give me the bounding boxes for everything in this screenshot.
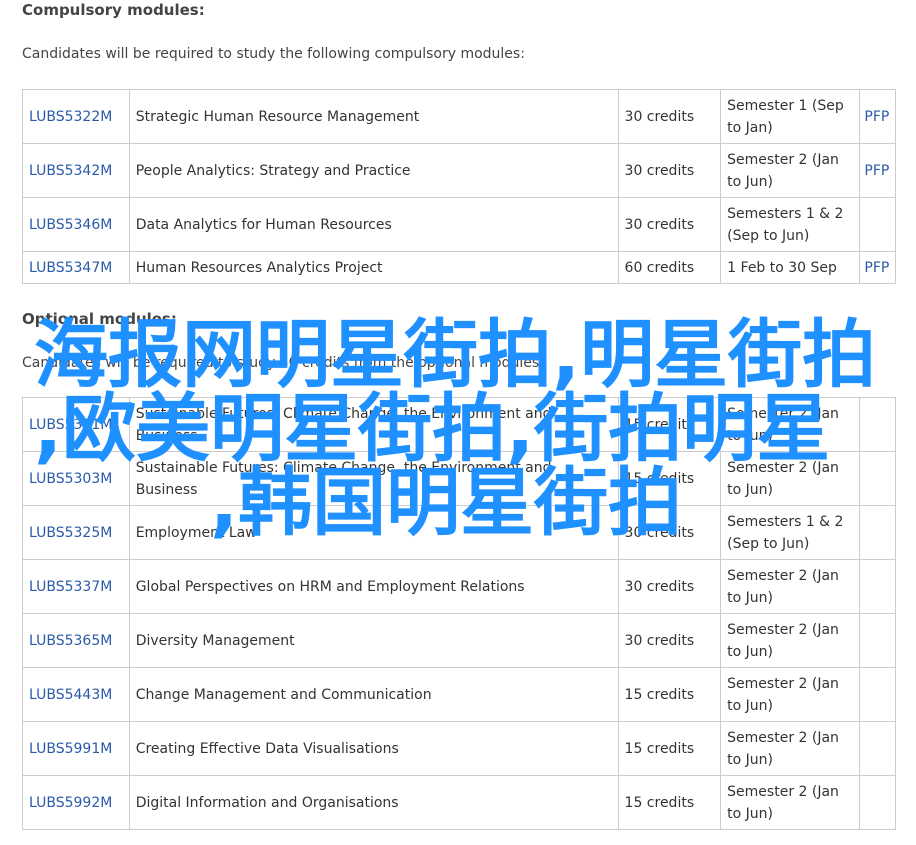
pfp-cell: [859, 667, 896, 722]
pfp-cell: PFP: [859, 251, 896, 284]
table-row: LUBS5325M Employment Law 30 credits Seme…: [22, 505, 896, 560]
module-semester: Semester 2 (Jan to Jun): [720, 143, 861, 198]
pfp-link[interactable]: PFP: [864, 163, 889, 179]
module-code-cell: LUBS5301M: [22, 397, 130, 452]
module-code-cell: LUBS5347M: [22, 251, 130, 284]
pfp-cell: [859, 721, 896, 776]
table-row: LUBS5337M Global Perspectives on HRM and…: [22, 559, 896, 614]
pfp-cell: [859, 559, 896, 614]
module-credits: 15 credits: [617, 721, 722, 776]
module-credits: 30 credits: [617, 197, 722, 252]
table-row: LUBS5303M Sustainable Futures: Climate C…: [22, 451, 896, 506]
module-code-link[interactable]: LUBS5303M: [29, 471, 112, 487]
module-code-cell: LUBS5337M: [22, 559, 130, 614]
module-title: Data Analytics for Human Resources: [128, 197, 619, 252]
compulsory-modules-intro: Candidates will be required to study the…: [22, 46, 525, 62]
pfp-cell: PFP: [859, 89, 896, 144]
module-semester: Semester 2 (Jan to Jun): [720, 559, 861, 614]
pfp-cell: [859, 397, 896, 452]
optional-modules-table: LUBS5301M Sustainable Futures: Climate C…: [22, 397, 896, 830]
table-row: LUBS5443M Change Management and Communic…: [22, 667, 896, 722]
module-title: Digital Information and Organisations: [128, 775, 619, 830]
module-code-link[interactable]: LUBS5337M: [29, 579, 112, 595]
module-code-link[interactable]: LUBS5992M: [29, 795, 112, 811]
pfp-cell: [859, 505, 896, 560]
pfp-cell: [859, 775, 896, 830]
module-code-link[interactable]: LUBS5325M: [29, 525, 112, 541]
module-semester: Semester 2 (Jan to Jun): [720, 451, 861, 506]
module-code-link[interactable]: LUBS5301M: [29, 417, 112, 433]
module-code-link[interactable]: LUBS5346M: [29, 217, 112, 233]
compulsory-modules-heading: Compulsory modules:: [22, 1, 205, 19]
module-title: Creating Effective Data Visualisations: [128, 721, 619, 776]
table-row: LUBS5992M Digital Information and Organi…: [22, 775, 896, 830]
module-credits: 30 credits: [617, 143, 722, 198]
table-row: LUBS5322M Strategic Human Resource Manag…: [22, 89, 896, 144]
module-title: Sustainable Futures: Climate Change, the…: [128, 397, 619, 452]
compulsory-modules-table: LUBS5322M Strategic Human Resource Manag…: [22, 89, 896, 284]
module-title: Change Management and Communication: [128, 667, 619, 722]
module-code-link[interactable]: LUBS5342M: [29, 163, 112, 179]
module-semester: Semesters 1 & 2 (Sep to Jun): [720, 505, 861, 560]
module-credits: 15 credits: [617, 451, 722, 506]
module-code-link[interactable]: LUBS5365M: [29, 633, 112, 649]
module-code-cell: LUBS5991M: [22, 721, 130, 776]
module-semester: Semester 2 (Jan to Jun): [720, 613, 861, 668]
table-row: LUBS5991M Creating Effective Data Visual…: [22, 721, 896, 776]
module-title: Sustainable Futures: Climate Change, the…: [128, 451, 619, 506]
module-credits: 15 credits: [617, 667, 722, 722]
module-title: Global Perspectives on HRM and Employmen…: [128, 559, 619, 614]
module-code-link[interactable]: LUBS5347M: [29, 260, 112, 276]
pfp-cell: [859, 613, 896, 668]
module-code-link[interactable]: LUBS5443M: [29, 687, 112, 703]
module-semester: Semester 2 (Jan to Jun): [720, 775, 861, 830]
module-credits: 30 credits: [617, 613, 722, 668]
module-title: Human Resources Analytics Project: [128, 251, 619, 284]
table-row: LUBS5346M Data Analytics for Human Resou…: [22, 197, 896, 252]
module-code-link[interactable]: LUBS5322M: [29, 109, 112, 125]
pfp-cell: [859, 451, 896, 506]
module-credits: 30 credits: [617, 505, 722, 560]
module-code-cell: LUBS5992M: [22, 775, 130, 830]
module-title: Employment Law: [128, 505, 619, 560]
optional-modules-intro: Candidates will be required to study 30 …: [22, 355, 544, 371]
module-code-cell: LUBS5346M: [22, 197, 130, 252]
module-semester: Semesters 1 & 2 (Sep to Jun): [720, 197, 861, 252]
module-code-cell: LUBS5342M: [22, 143, 130, 198]
module-semester: 1 Feb to 30 Sep: [720, 251, 861, 284]
pfp-link[interactable]: PFP: [864, 260, 889, 276]
module-code-cell: LUBS5443M: [22, 667, 130, 722]
module-code-cell: LUBS5322M: [22, 89, 130, 144]
module-semester: Semester 2 (Jan to Jun): [720, 667, 861, 722]
module-title: People Analytics: Strategy and Practice: [128, 143, 619, 198]
table-row: LUBS5365M Diversity Management 30 credit…: [22, 613, 896, 668]
module-credits: 30 credits: [617, 89, 722, 144]
module-credits: 60 credits: [617, 251, 722, 284]
module-semester: Semester 2 (Jan to Jun): [720, 721, 861, 776]
module-credits: 15 credits: [617, 775, 722, 830]
module-credits: 15 credits: [617, 397, 722, 452]
pfp-cell: PFP: [859, 143, 896, 198]
table-row: LUBS5342M People Analytics: Strategy and…: [22, 143, 896, 198]
pfp-link[interactable]: PFP: [864, 109, 889, 125]
module-semester: Semester 2 (Jan to Jun): [720, 397, 861, 452]
module-code-cell: LUBS5303M: [22, 451, 130, 506]
module-semester: Semester 1 (Sep to Jan): [720, 89, 861, 144]
module-code-cell: LUBS5365M: [22, 613, 130, 668]
pfp-cell: [859, 197, 896, 252]
module-code-link[interactable]: LUBS5991M: [29, 741, 112, 757]
module-code-cell: LUBS5325M: [22, 505, 130, 560]
module-credits: 30 credits: [617, 559, 722, 614]
optional-modules-heading: Optional modules:: [22, 310, 177, 328]
module-title: Strategic Human Resource Management: [128, 89, 619, 144]
module-title: Diversity Management: [128, 613, 619, 668]
table-row: LUBS5347M Human Resources Analytics Proj…: [22, 251, 896, 284]
table-row: LUBS5301M Sustainable Futures: Climate C…: [22, 397, 896, 452]
